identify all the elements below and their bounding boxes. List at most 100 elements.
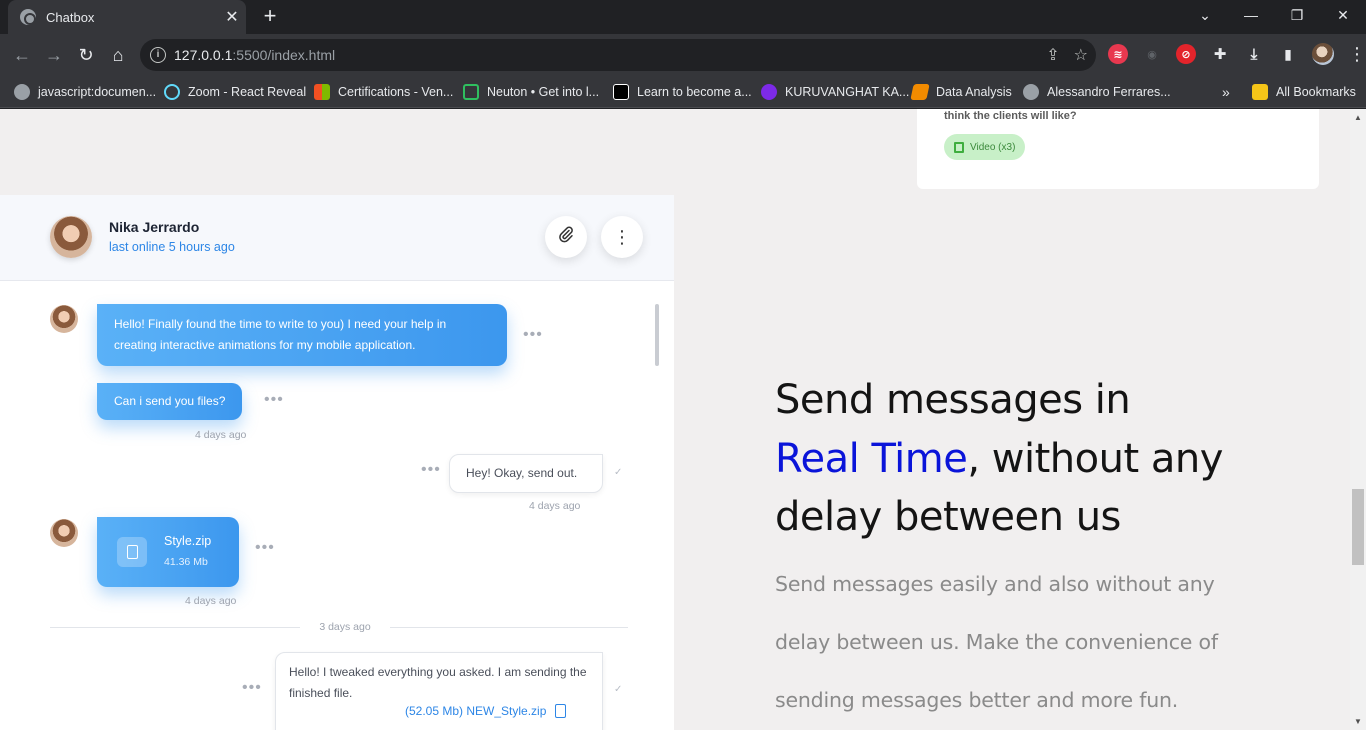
- share-icon[interactable]: ⇪: [1046, 45, 1059, 65]
- incoming-message: Hello! Finally found the time to write t…: [97, 304, 507, 366]
- file-message[interactable]: Style.zip 41.36 Mb: [97, 517, 239, 587]
- divider-line: [50, 627, 300, 628]
- message-options-icon[interactable]: •••: [255, 539, 275, 557]
- forward-arrow-icon[interactable]: →: [42, 43, 66, 67]
- day-divider-label: 3 days ago: [319, 621, 371, 633]
- attach-button[interactable]: [545, 216, 587, 258]
- bookmark-label: javascript:documen...: [38, 85, 157, 99]
- hero-title: Send messages in Real Time, without any d…: [775, 371, 1295, 547]
- bookmarks-bar: javascript:documen... Zoom - React Revea…: [0, 76, 1366, 108]
- bookmark-label: Alessandro Ferrares...: [1047, 85, 1171, 99]
- folder-icon: [1252, 84, 1268, 100]
- all-bookmarks-label: All Bookmarks: [1276, 85, 1356, 99]
- extensions-area: ≋ ◉ ⊘ ✚ ⤓ ▮ ⋮: [1108, 43, 1366, 65]
- home-icon[interactable]: ⌂: [106, 43, 130, 67]
- message-options-icon[interactable]: •••: [523, 326, 543, 344]
- new-tab-button[interactable]: +: [258, 5, 282, 29]
- extension-mouse-icon[interactable]: ◉: [1142, 44, 1162, 64]
- video-pill-label: Video (x3): [970, 141, 1016, 153]
- extension-red-icon[interactable]: ≋: [1108, 44, 1128, 64]
- back-arrow-icon[interactable]: ←: [10, 43, 34, 67]
- globe-icon: [1023, 84, 1039, 100]
- minimize-button[interactable]: —: [1228, 0, 1274, 30]
- browser-menu-icon[interactable]: ⋮: [1348, 44, 1366, 65]
- contact-name: Nika Jerrardo: [109, 219, 200, 235]
- bookmark-star-icon[interactable]: ☆: [1074, 45, 1088, 65]
- file-size: 41.36 Mb: [164, 556, 208, 568]
- canva-icon: [761, 84, 777, 100]
- side-panel-icon[interactable]: ▮: [1278, 44, 1298, 64]
- tab-search-icon[interactable]: ⌄: [1182, 0, 1228, 30]
- address-bar[interactable]: i 127.0.0.1:5500/index.html ⇪ ☆: [140, 39, 1096, 71]
- url-path: :5500/index.html: [232, 47, 336, 63]
- roadmap-icon: [613, 84, 629, 100]
- bookmark-label: Data Analysis: [936, 85, 1012, 99]
- browser-tab[interactable]: Chatbox ✕: [8, 0, 246, 34]
- react-icon: [164, 84, 180, 100]
- site-info-icon[interactable]: i: [150, 47, 166, 63]
- reload-icon[interactable]: ↻: [74, 43, 98, 67]
- file-icon: [117, 537, 147, 567]
- contact-avatar[interactable]: [50, 216, 92, 258]
- message-timestamp: 4 days ago: [195, 429, 247, 441]
- scroll-down-arrow-icon[interactable]: ▼: [1354, 717, 1362, 726]
- bookmark-label: Certifications - Ven...: [338, 85, 454, 99]
- microsoft-icon: [314, 84, 330, 100]
- attached-file-label: (52.05 Mb) NEW_Style.zip: [405, 704, 547, 718]
- chat-panel: Nika Jerrardo last online 5 hours ago ⋮ …: [0, 195, 674, 730]
- message-options-icon[interactable]: •••: [242, 679, 262, 697]
- more-options-button[interactable]: ⋮: [601, 216, 643, 258]
- profile-avatar[interactable]: [1312, 43, 1334, 65]
- bookmark-item[interactable]: Alessandro Ferrares...: [1023, 82, 1171, 102]
- contact-status: last online 5 hours ago: [109, 240, 235, 254]
- globe-icon: [14, 84, 30, 100]
- hero-title-accent: Real Time: [775, 435, 968, 482]
- all-bookmarks-folder[interactable]: All Bookmarks: [1252, 82, 1356, 102]
- bookmark-item[interactable]: Data Analysis: [910, 82, 1012, 102]
- outgoing-message: Hey! Okay, send out.: [449, 454, 603, 493]
- video-icon: [954, 141, 964, 153]
- page-viewport: think the clients will like? Video (x3) …: [0, 109, 1350, 730]
- browser-toolbar: ← → ↻ ⌂ i 127.0.0.1:5500/index.html ⇪ ☆ …: [0, 34, 1366, 76]
- globe-icon: [20, 9, 36, 25]
- close-icon[interactable]: ✕: [218, 7, 246, 27]
- bookmark-item[interactable]: Certifications - Ven...: [314, 82, 453, 102]
- tab-title: Chatbox: [46, 9, 95, 25]
- bookmark-label: Neuton • Get into l...: [487, 85, 600, 99]
- outgoing-message: Hello! I tweaked everything you asked. I…: [275, 652, 603, 730]
- more-bookmarks-icon[interactable]: »: [1222, 82, 1230, 102]
- hero-title-part1: Send messages in: [775, 377, 1131, 423]
- bookmark-item[interactable]: KURUVANGHAT KA...: [761, 82, 909, 102]
- read-check-icon: ✓: [614, 467, 623, 478]
- top-card: think the clients will like? Video (x3): [917, 109, 1319, 189]
- close-window-button[interactable]: ✕: [1320, 0, 1366, 30]
- divider-line: [390, 627, 628, 628]
- attached-file-link[interactable]: (52.05 Mb) NEW_Style.zip: [405, 704, 567, 718]
- chat-scrollbar[interactable]: [655, 304, 659, 366]
- file-name: Style.zip: [164, 534, 212, 548]
- bookmark-item[interactable]: Zoom - React Reveal: [164, 82, 306, 102]
- restore-button[interactable]: ❐: [1274, 0, 1320, 30]
- video-attachment-pill[interactable]: Video (x3): [944, 134, 1026, 160]
- scroll-thumb[interactable]: [1352, 489, 1364, 565]
- message-options-icon[interactable]: •••: [421, 461, 441, 479]
- url-text[interactable]: 127.0.0.1:5500/index.html: [174, 47, 335, 63]
- sender-avatar: [50, 305, 78, 333]
- bookmark-item[interactable]: javascript:documen...: [14, 82, 156, 102]
- bookmark-label: Learn to become a...: [637, 85, 752, 99]
- incoming-message: Can i send you files?: [97, 383, 243, 420]
- extensions-puzzle-icon[interactable]: ✚: [1210, 44, 1230, 64]
- page-scrollbar[interactable]: ▲ ▼: [1350, 109, 1366, 730]
- sender-avatar: [50, 519, 78, 547]
- paperclip-icon: [557, 226, 575, 249]
- book-icon: [910, 84, 930, 100]
- download-icon[interactable]: ⤓: [1244, 44, 1264, 64]
- browser-titlebar: Chatbox ✕ + ⌄ — ❐ ✕: [0, 0, 1366, 34]
- message-options-icon[interactable]: •••: [264, 391, 284, 409]
- message-timestamp: 4 days ago: [185, 595, 237, 607]
- extension-shield-icon[interactable]: ⊘: [1176, 44, 1196, 64]
- scroll-up-arrow-icon[interactable]: ▲: [1354, 113, 1362, 122]
- bookmark-item[interactable]: Learn to become a...: [613, 82, 752, 102]
- bookmark-item[interactable]: Neuton • Get into l...: [463, 82, 599, 102]
- top-card-text: think the clients will like?: [944, 110, 1077, 122]
